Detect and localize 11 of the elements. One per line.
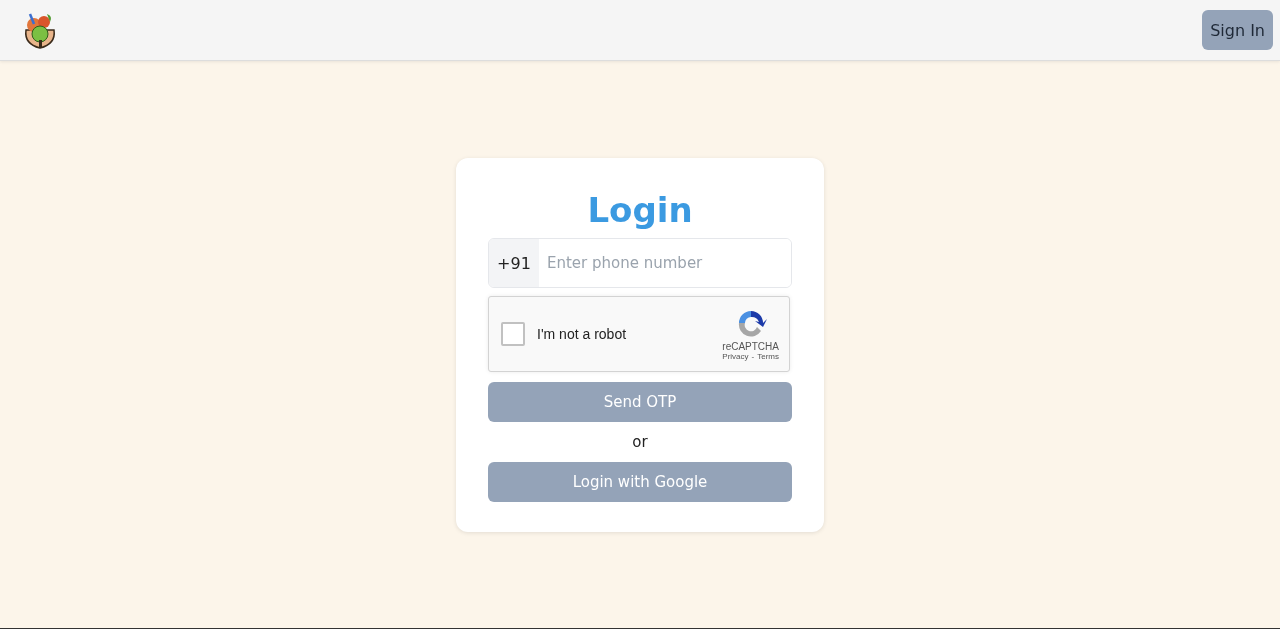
captcha-label: I'm not a robot [537, 326, 628, 342]
privacy-link[interactable]: Privacy [722, 352, 749, 361]
terms-link[interactable]: Terms [757, 352, 779, 361]
phone-field[interactable]: +91 Enter phone number [488, 238, 792, 288]
login-title: Login [586, 189, 694, 232]
captcha-checkbox[interactable] [501, 322, 525, 346]
or-divider-text: or [632, 432, 648, 452]
recaptcha-brand: reCAPTCHA [722, 341, 779, 352]
link-separator: - [751, 352, 755, 361]
country-code: +91 [489, 239, 539, 287]
sign-in-button[interactable]: Sign In [1202, 10, 1273, 50]
